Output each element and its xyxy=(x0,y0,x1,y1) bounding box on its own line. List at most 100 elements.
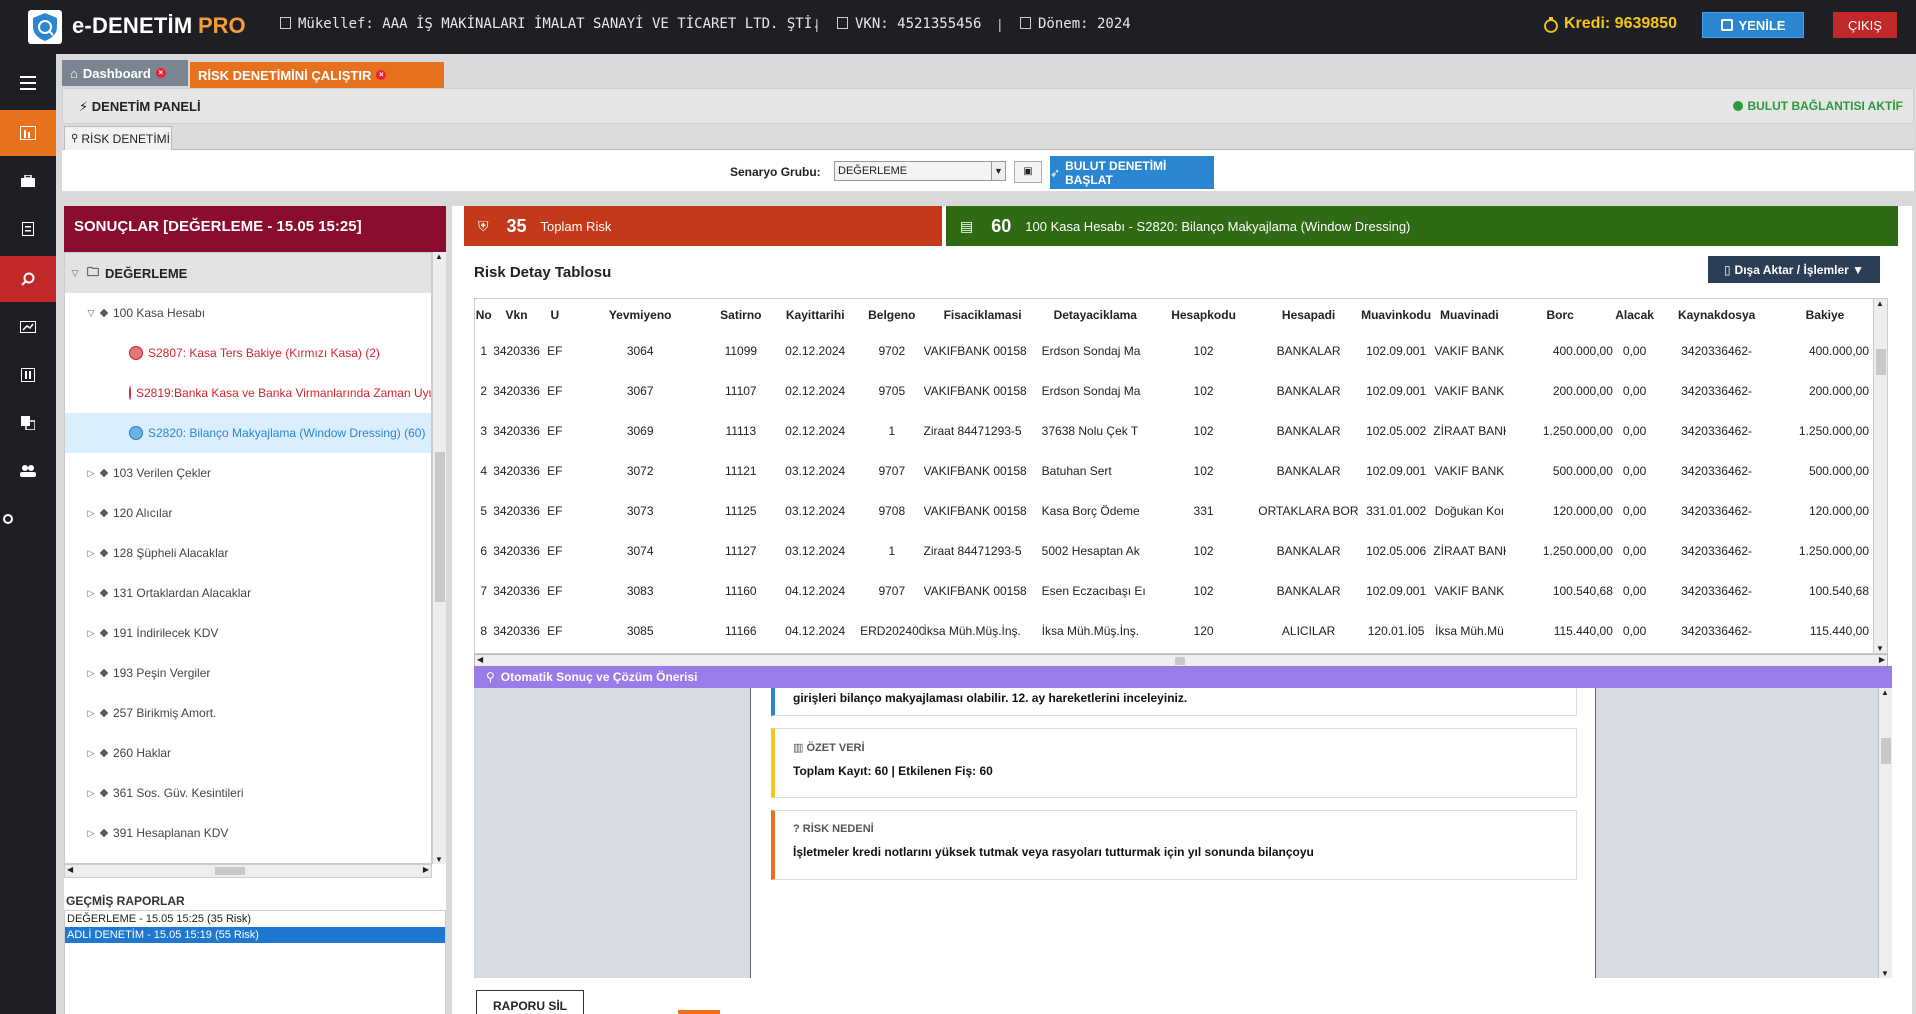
scroll-thumb[interactable] xyxy=(1881,738,1891,764)
logout-button[interactable]: ÇIKIŞ xyxy=(1833,12,1897,38)
refresh-button[interactable]: YENİLE xyxy=(1702,12,1804,38)
column-header[interactable]: Hesapadi xyxy=(1258,299,1359,331)
expand-icon[interactable]: ▷ xyxy=(85,828,97,839)
document-icon[interactable] xyxy=(0,206,56,252)
tree-node-account[interactable]: ▷ 193 Peşin Vergiler xyxy=(65,653,431,693)
tab-risk-audit[interactable]: RİSK DENETİMİNİ ÇALIŞTIR × xyxy=(190,62,444,88)
history-item-selected[interactable]: ADLİ DENETİM - 15.05 15:19 (55 Risk) xyxy=(65,927,445,943)
briefcase-icon[interactable] xyxy=(0,158,56,204)
table-row[interactable]: 2 3420336 EF 3067 11107 02.12.2024 9705 VAKIFBA… xyxy=(475,371,1871,411)
column-header[interactable]: Kaynakdosya xyxy=(1654,299,1779,331)
tab-risk-denetimi[interactable]: ⚲ RİSK DENETİMİ xyxy=(64,126,172,150)
table-row[interactable]: 1 3420336 EF 3064 11099 02.12.2024 9702 VAKIFBA… xyxy=(475,331,1871,371)
column-header[interactable]: Belgeno xyxy=(860,299,923,331)
tree-node-account[interactable]: ▷ 103 Verilen Çekler xyxy=(65,453,431,493)
tree-node-account[interactable]: ▷ 191 İndirilecek KDV xyxy=(65,613,431,653)
report-icon[interactable] xyxy=(0,400,56,446)
arrow-right-icon[interactable]: ▶ xyxy=(423,865,429,874)
expand-icon[interactable]: ▷ xyxy=(85,508,97,519)
column-header[interactable]: Muavinadi xyxy=(1433,299,1505,331)
settings-icon[interactable] xyxy=(0,496,56,542)
column-header[interactable]: Borc xyxy=(1506,299,1615,331)
column-header[interactable]: Yevmiyeno xyxy=(569,299,711,331)
tree-node-account[interactable]: ▷ 391 Hesaplanan KDV xyxy=(65,813,431,853)
expand-icon[interactable]: ▷ xyxy=(85,628,97,639)
tree-node-account[interactable]: ▷ 128 Şüpheli Alacaklar xyxy=(65,533,431,573)
scroll-thumb[interactable] xyxy=(1175,657,1185,665)
history-item[interactable]: DEĞERLEME - 15.05 15:25 (35 Risk) xyxy=(65,911,445,927)
column-header[interactable]: Bakiye xyxy=(1779,299,1871,331)
arrow-down-icon[interactable]: ▼ xyxy=(1881,969,1889,978)
table-row[interactable]: 6 3420336 EF 3074 11127 03.12.2024 1 Ziraat 844… xyxy=(475,531,1871,571)
table-cell: ZİRAAT BANK xyxy=(1433,424,1506,438)
table-scrollbar[interactable]: ▲ ▼ xyxy=(1873,299,1887,653)
menu-icon[interactable] xyxy=(0,60,56,106)
users-icon[interactable] xyxy=(0,448,56,494)
start-cloud-audit-button[interactable]: ➶ BULUT DENETİMİ BAŞLAT xyxy=(1050,156,1214,189)
close-icon[interactable]: × xyxy=(376,70,387,80)
arrow-left-icon[interactable]: ◀ xyxy=(67,865,73,874)
tree-node-account[interactable]: ▷ 120 Alıcılar xyxy=(65,493,431,533)
column-header[interactable]: No xyxy=(475,299,493,331)
arrow-right-icon[interactable]: ▶ xyxy=(1879,655,1885,664)
table-row[interactable]: 3 3420336 EF 3069 11113 02.12.2024 1 Ziraat 844… xyxy=(475,411,1871,451)
scenario-config-button[interactable]: ▣ xyxy=(1014,161,1042,183)
expand-icon[interactable]: ▷ xyxy=(85,548,97,559)
tree-node-account[interactable]: ▷ 260 Haklar xyxy=(65,733,431,773)
table-row[interactable]: 7 3420336 EF 3083 11160 04.12.2024 9707 VAKIFBA… xyxy=(475,571,1871,611)
column-header[interactable]: U xyxy=(541,299,569,331)
tree-node-account[interactable]: ▷ 257 Birikmiş Amort. xyxy=(65,693,431,733)
arrow-up-icon[interactable]: ▲ xyxy=(1876,299,1884,308)
column-header[interactable]: Hesapkodu xyxy=(1149,299,1258,331)
arrow-up-icon[interactable]: ▲ xyxy=(435,252,443,261)
tree-root[interactable]: ▽ 🗀 DEĞERLEME xyxy=(65,253,431,293)
risk-item-selected[interactable]: S2820: Bilanço Makyajlama (Window Dressi… xyxy=(65,413,431,453)
expand-icon[interactable]: ▷ xyxy=(85,708,97,719)
arrow-left-icon[interactable]: ◀ xyxy=(477,655,483,664)
tree-node-label: 103 Verilen Çekler xyxy=(113,466,212,480)
expand-icon[interactable]: ▷ xyxy=(85,468,97,479)
expand-icon[interactable]: ▷ xyxy=(85,748,97,759)
table-cell: 3420336 xyxy=(493,344,540,358)
tree-node-account[interactable]: ▷ 131 Ortaklardan Alacaklar xyxy=(65,573,431,613)
risk-item[interactable]: S2819:Banka Kasa ve Banka Virmanlarında … xyxy=(65,373,431,413)
column-header[interactable]: Detayaciklama xyxy=(1042,299,1149,331)
arrow-up-icon[interactable]: ▲ xyxy=(1881,688,1889,697)
table-row[interactable]: 5 3420336 EF 3073 11125 03.12.2024 9708 VAKIFBA… xyxy=(475,491,1871,531)
table-row[interactable]: 8 3420336 EF 3085 11166 04.12.2024 ERD202400 İk… xyxy=(475,611,1871,651)
scroll-thumb[interactable] xyxy=(215,867,245,875)
tree-node-account[interactable]: ▷ 361 Sos. Güv. Kesintileri xyxy=(65,773,431,813)
column-header[interactable]: Muavinkodu xyxy=(1359,299,1433,331)
expand-icon[interactable]: ▷ xyxy=(85,588,97,599)
tree-node-kasa[interactable]: ▽ 100 Kasa Hesabı xyxy=(65,293,431,333)
table-cell: 0,00 xyxy=(1622,544,1647,558)
scroll-thumb[interactable] xyxy=(1876,349,1886,375)
close-icon[interactable]: × xyxy=(155,68,166,78)
expand-icon[interactable]: ▷ xyxy=(85,668,97,679)
table-row[interactable]: 4 3420336 EF 3072 11121 03.12.2024 9707 VAKIFBA… xyxy=(475,451,1871,491)
risk-item[interactable]: S2807: Kasa Ters Bakiye (Kırmızı Kasa) (… xyxy=(65,333,431,373)
arrow-down-icon[interactable]: ▼ xyxy=(1876,644,1884,653)
building-icon[interactable] xyxy=(0,352,56,398)
column-header[interactable]: Kayittarihi xyxy=(770,299,860,331)
dashboard-icon[interactable] xyxy=(0,110,56,156)
result-scrollbar[interactable]: ▲ ▼ xyxy=(1878,688,1892,978)
column-header[interactable]: Satirno xyxy=(711,299,770,331)
collapse-icon[interactable]: ▽ xyxy=(69,268,81,279)
expand-icon[interactable]: ▷ xyxy=(85,788,97,799)
column-header[interactable]: Alacak xyxy=(1615,299,1654,331)
tree-hscrollbar[interactable]: ◀ ▶ xyxy=(64,864,432,878)
column-header[interactable]: Vkn xyxy=(493,299,541,331)
footer-accent xyxy=(678,1010,720,1014)
tab-dashboard[interactable]: ⌂ Dashboard × xyxy=(62,60,188,86)
scroll-thumb[interactable] xyxy=(435,452,445,602)
column-header[interactable]: Fisaciklamasi xyxy=(924,299,1042,331)
export-button[interactable]: ▯ Dışa Aktar / İşlemler ▼ xyxy=(1708,256,1880,283)
search-icon[interactable] xyxy=(0,256,56,302)
chart-icon[interactable] xyxy=(0,304,56,350)
tree-scrollbar[interactable]: ▲ ▼ xyxy=(432,252,446,864)
scenario-select[interactable]: DEĞERLEME ▼ xyxy=(834,161,1006,181)
delete-report-button[interactable]: RAPORU SİL xyxy=(476,990,584,1014)
collapse-icon[interactable]: ▽ xyxy=(85,308,97,319)
arrow-down-icon[interactable]: ▼ xyxy=(435,855,443,864)
